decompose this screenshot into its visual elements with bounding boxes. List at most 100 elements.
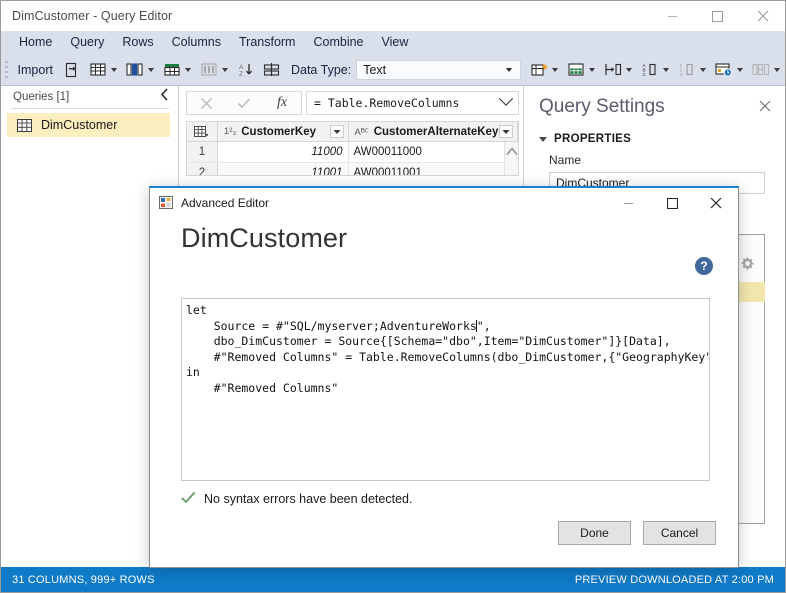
toolbar-grip-handle[interactable]	[4, 60, 10, 79]
chevron-down-icon[interactable]	[663, 67, 669, 72]
formula-accept-button[interactable]	[225, 92, 263, 114]
chevron-down-icon[interactable]	[774, 67, 780, 72]
remove-rows-icon	[199, 60, 219, 80]
query-editor-window: DimCustomer - Query Editor Home Query Ro…	[0, 0, 786, 593]
gear-icon[interactable]	[741, 257, 754, 273]
chevron-down-icon[interactable]	[589, 67, 595, 72]
dialog-title-bar: Advanced Editor	[150, 188, 738, 218]
maximize-button[interactable]	[695, 1, 740, 31]
formula-bar-controls: fx	[186, 91, 302, 115]
grid-vertical-scrollbar[interactable]	[504, 142, 518, 175]
refresh-preview-icon	[62, 60, 82, 80]
svg-text:Z: Z	[239, 71, 243, 78]
chevron-down-icon[interactable]	[700, 67, 706, 72]
sort-ascending-button[interactable]: AZ	[234, 58, 258, 82]
formula-input[interactable]: = Table.RemoveColumns	[306, 91, 519, 115]
data-type-value: Text	[363, 62, 387, 77]
chevron-down-icon[interactable]	[498, 91, 514, 106]
text-column-icon: ABC	[640, 60, 660, 80]
tab-view[interactable]: View	[373, 33, 418, 52]
chevron-down-icon[interactable]	[626, 67, 632, 72]
filter-dropdown-icon[interactable]	[499, 125, 513, 138]
close-icon	[759, 100, 771, 112]
query-settings-title: Query Settings	[539, 96, 665, 117]
cancel-button[interactable]: Cancel	[643, 521, 716, 545]
cell-customeralternatekey[interactable]: AW00011000	[349, 142, 518, 162]
ribbon-tab-strip: Home Query Rows Columns Transform Combin…	[1, 31, 785, 54]
query-list-item-dimcustomer[interactable]: DimCustomer	[7, 113, 170, 137]
remove-columns-button[interactable]	[123, 58, 158, 82]
tab-home[interactable]: Home	[10, 33, 61, 52]
select-all-table-button[interactable]	[187, 122, 218, 141]
replace-values-button[interactable]	[601, 58, 636, 82]
dialog-close-button[interactable]	[694, 188, 738, 218]
split-column-button[interactable]	[260, 58, 284, 82]
table-row[interactable]: 2 11001 AW00011001	[187, 163, 518, 175]
keep-rows-button[interactable]	[160, 58, 195, 82]
chevron-up-icon	[505, 147, 518, 155]
remove-rows-button[interactable]	[197, 58, 232, 82]
grid-column-header-customerkey[interactable]: 1²₃ CustomerKey	[218, 122, 349, 141]
filter-dropdown-icon[interactable]	[329, 125, 344, 138]
grid-header-row: 1²₃ CustomerKey Aᴮꟲ CustomerAlternateKey	[187, 122, 518, 142]
close-query-settings-button[interactable]	[759, 100, 771, 114]
row-number: 1	[187, 142, 218, 162]
replace-values-icon	[603, 60, 623, 80]
row-number: 2	[187, 163, 218, 175]
window-controls	[650, 1, 785, 31]
tab-rows[interactable]: Rows	[113, 33, 162, 52]
dialog-maximize-button[interactable]	[650, 188, 694, 218]
refresh-preview-button[interactable]	[60, 58, 84, 82]
status-bar: 31 COLUMNS, 999+ ROWS PREVIEW DOWNLOADED…	[1, 567, 785, 592]
chevron-down-icon[interactable]	[552, 67, 558, 72]
choose-columns-button[interactable]	[86, 58, 121, 82]
cell-customerkey[interactable]: 11000	[218, 142, 349, 162]
svg-text:C: C	[642, 72, 646, 77]
chevron-down-icon[interactable]	[147, 67, 154, 72]
data-type-select[interactable]: Text	[356, 59, 521, 80]
queries-pane-divider	[11, 108, 169, 109]
cell-customeralternatekey[interactable]: AW00011001	[348, 163, 518, 175]
syntax-status: No syntax errors have been detected.	[181, 491, 412, 507]
dialog-minimize-button[interactable]	[606, 188, 650, 218]
tab-columns[interactable]: Columns	[163, 33, 230, 52]
collapse-queries-pane-button[interactable]	[159, 88, 170, 105]
import-button[interactable]: Import	[12, 63, 59, 77]
tab-transform[interactable]: Transform	[230, 33, 305, 52]
group-by-button[interactable]	[527, 58, 562, 82]
title-bar: DimCustomer - Query Editor	[1, 1, 785, 31]
help-question-icon[interactable]: ?	[695, 257, 713, 275]
close-button[interactable]	[740, 1, 785, 31]
split-column-icon	[262, 60, 282, 80]
formula-cancel-button[interactable]	[187, 92, 225, 114]
merge-queries-icon	[751, 60, 771, 80]
tab-combine[interactable]: Combine	[304, 33, 372, 52]
merge-queries-button[interactable]	[749, 58, 784, 82]
use-first-row-as-headers-button[interactable]	[564, 58, 599, 82]
column-type-icon-text: Aᴮꟲ	[354, 127, 369, 138]
chevron-down-icon[interactable]	[506, 67, 512, 72]
group-by-icon	[529, 60, 549, 80]
chevron-down-icon[interactable]	[737, 67, 743, 72]
advanced-editor-dialog: Advanced Editor DimCustomer ? let Source…	[149, 186, 739, 568]
cell-customerkey[interactable]: 11001	[217, 163, 349, 175]
grid-column-header-customeralternatekey[interactable]: Aᴮꟲ CustomerAlternateKey	[349, 122, 518, 141]
m-code-before-caret: let Source = #"SQL/myserver;AdventureWor…	[186, 303, 477, 333]
chevron-down-icon[interactable]	[110, 67, 117, 72]
data-preview-grid: 1²₃ CustomerKey Aᴮꟲ CustomerAlternateKey	[186, 121, 519, 176]
date-time-column-button[interactable]	[712, 58, 747, 82]
tab-query[interactable]: Query	[61, 33, 113, 52]
queries-pane-title: Queries [1]	[13, 91, 70, 103]
maximize-icon	[712, 10, 723, 22]
done-button[interactable]: Done	[558, 521, 631, 545]
text-column-button[interactable]: ABC	[638, 58, 673, 82]
keep-rows-icon	[162, 60, 182, 80]
properties-section-header[interactable]: PROPERTIES	[539, 133, 631, 145]
chevron-down-icon[interactable]	[184, 67, 191, 72]
table-row[interactable]: 1 11000 AW00011000	[187, 142, 518, 163]
m-code-editor[interactable]: let Source = #"SQL/myserver;AdventureWor…	[181, 298, 710, 481]
minimize-button[interactable]	[650, 1, 695, 31]
column-type-icon-whole-number: 1²₃	[223, 126, 237, 137]
chevron-down-icon[interactable]	[221, 67, 228, 72]
number-column-button[interactable]: 123	[675, 58, 710, 82]
